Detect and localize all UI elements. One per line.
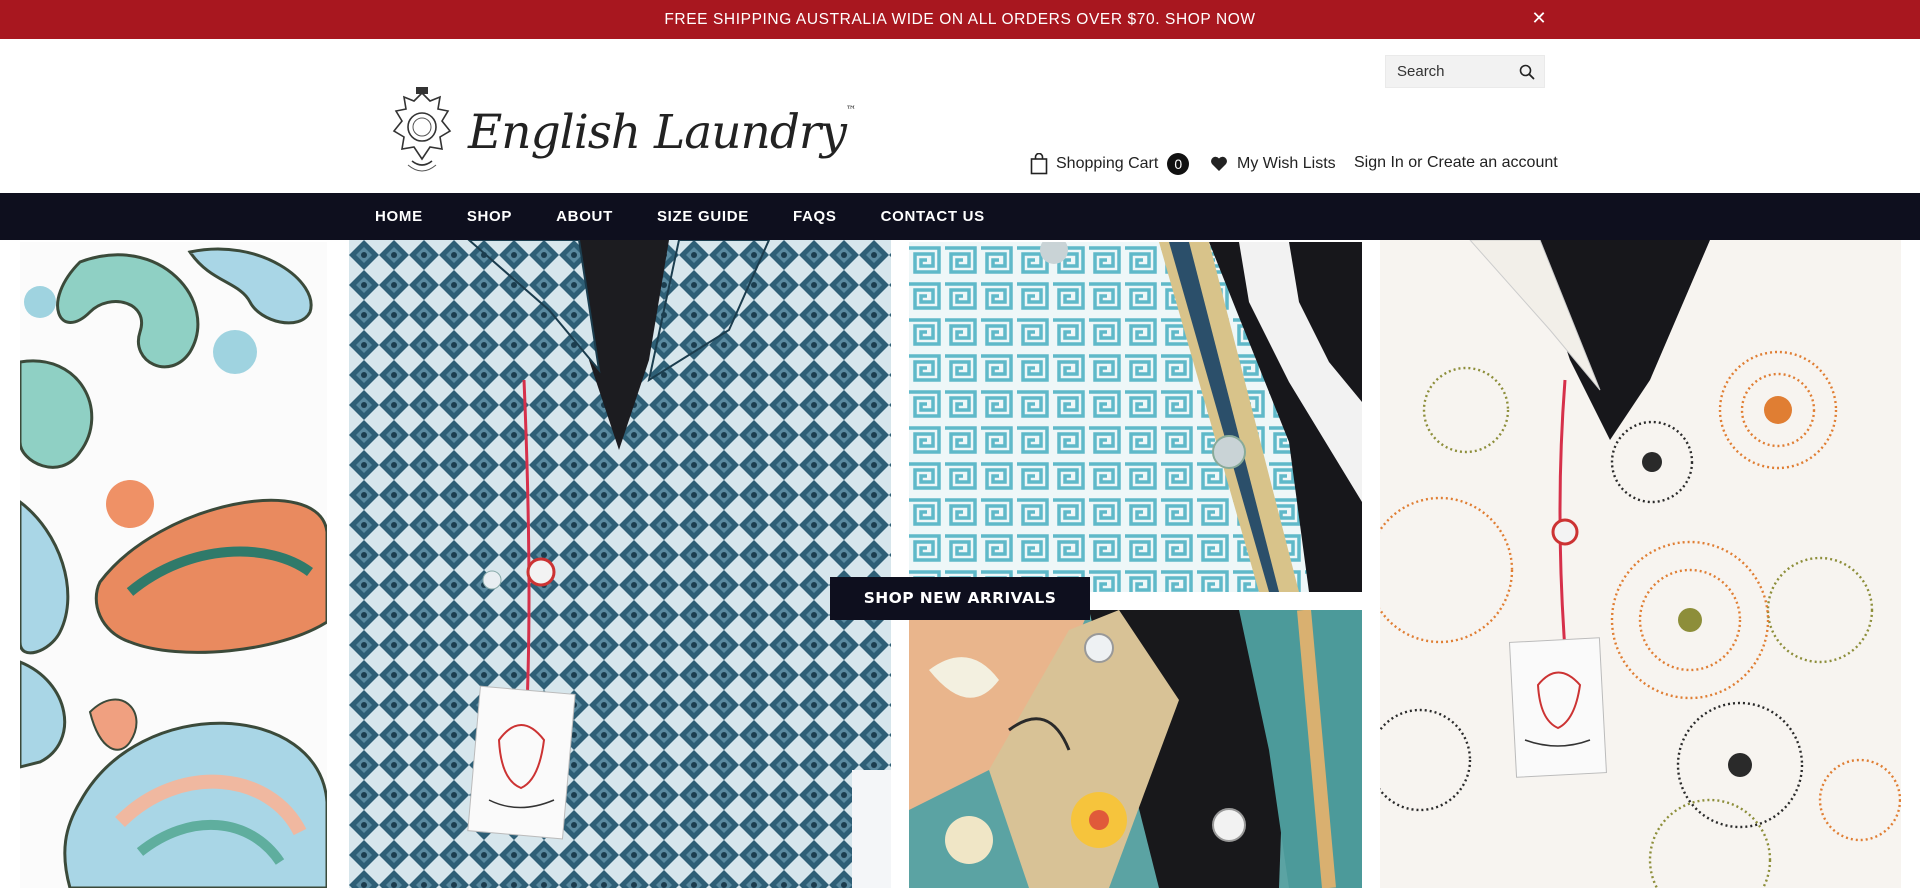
account-links: Sign In or Create an account [1354,154,1558,172]
cart-count-badge: 0 [1167,153,1190,175]
nav-item-size-guide[interactable]: SIZE GUIDE [657,193,749,240]
search-box [1385,55,1545,88]
hero-banner: SHOP NEW ARRIVALS [0,240,1920,888]
logo-text: English Laundry™ [468,105,856,160]
create-account-link[interactable]: Create an account [1427,154,1558,171]
shopping-bag-icon [1030,153,1048,175]
nav-item-home[interactable]: HOME [375,193,423,240]
nav-item-faqs[interactable]: FAQS [793,193,837,240]
announcement-bar: FREE SHIPPING AUSTRALIA WIDE ON ALL ORDE… [0,0,1920,39]
announcement-text[interactable]: FREE SHIPPING AUSTRALIA WIDE ON ALL ORDE… [0,11,1920,29]
nav-item-about[interactable]: ABOUT [556,193,613,240]
close-icon[interactable]: ✕ [1530,7,1548,29]
wishlist-label: My Wish Lists [1237,155,1336,172]
logo[interactable]: English Laundry™ [382,87,856,177]
heart-icon [1211,156,1227,171]
crest-icon [392,87,452,172]
floral-print-shirt-image[interactable] [909,610,1362,888]
shop-new-arrivals-button[interactable]: SHOP NEW ARRIVALS [830,577,1090,620]
nav-item-shop[interactable]: SHOP [467,193,512,240]
site-header: English Laundry™ Shopping Cart 0 My Wish… [0,39,1920,193]
turquoise-pattern-shirt-image[interactable] [909,242,1362,592]
cart-label: Shopping Cart [1056,155,1159,172]
wishlist-link[interactable]: My Wish Lists [1210,151,1336,177]
paisley-fabric-image[interactable] [20,242,327,888]
shopping-cart-link[interactable]: Shopping Cart 0 [1030,151,1190,177]
sign-in-link[interactable]: Sign In [1354,154,1404,171]
blue-geometric-shirt-image[interactable] [349,240,891,888]
nav-item-contact-us[interactable]: CONTACT US [881,193,985,240]
account-separator: or [1403,154,1427,171]
nav-list: HOME SHOP ABOUT SIZE GUIDE FAQS CONTACT … [375,193,1029,240]
main-nav: HOME SHOP ABOUT SIZE GUIDE FAQS CONTACT … [0,193,1920,240]
search-icon[interactable] [1518,63,1536,81]
white-sunburst-shirt-image[interactable] [1380,240,1901,888]
search-input[interactable] [1386,56,1511,87]
